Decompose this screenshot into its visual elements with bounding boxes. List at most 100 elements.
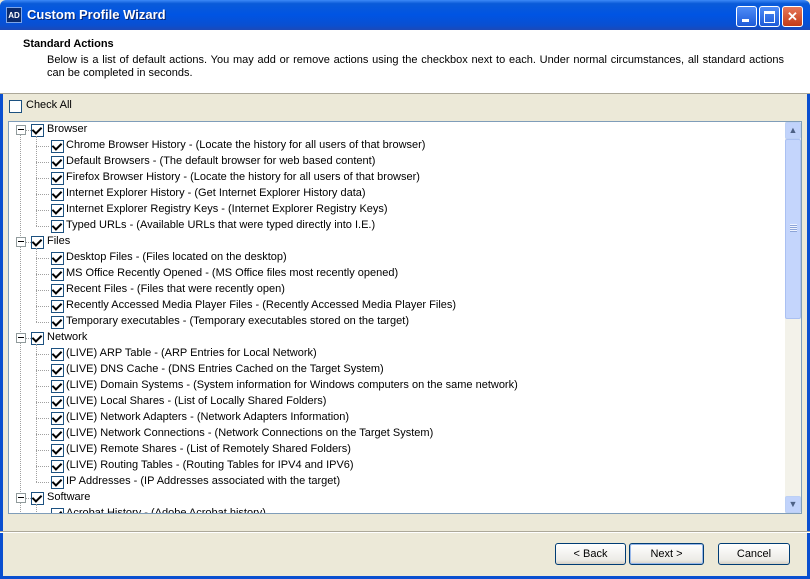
group-label: Network [47, 331, 88, 343]
tree-item[interactable]: (LIVE) Network Connections - (Network Co… [9, 426, 789, 442]
item-checkbox[interactable] [51, 220, 64, 233]
tree-item[interactable]: Firefox Browser History - (Locate the hi… [9, 170, 789, 186]
cancel-button[interactable]: Cancel [718, 543, 790, 565]
item-checkbox[interactable] [51, 252, 64, 265]
tree-item[interactable]: (LIVE) Local Shares - (List of Locally S… [9, 394, 789, 410]
item-checkbox[interactable] [51, 476, 64, 489]
item-checkbox[interactable] [51, 316, 64, 329]
check-all-checkbox[interactable] [9, 100, 22, 113]
collapse-icon[interactable] [16, 237, 26, 247]
tree-connector [36, 136, 37, 226]
tree-item[interactable]: Recently Accessed Media Player Files - (… [9, 298, 789, 314]
item-checkbox[interactable] [51, 348, 64, 361]
tree-item[interactable]: Internet Explorer History - (Get Interne… [9, 186, 789, 202]
vertical-scrollbar[interactable]: ▲ ▼ [785, 122, 801, 513]
group-checkbox[interactable] [31, 236, 44, 249]
collapse-icon[interactable] [16, 125, 26, 135]
tree-item[interactable]: (LIVE) Routing Tables - (Routing Tables … [9, 458, 789, 474]
collapse-icon[interactable] [16, 493, 26, 503]
item-checkbox[interactable] [51, 508, 64, 513]
maximize-button[interactable] [759, 6, 780, 27]
group-checkbox[interactable] [31, 332, 44, 345]
group-label: Software [47, 491, 91, 503]
tree-connector [36, 386, 49, 387]
tree-item[interactable]: (LIVE) Domain Systems - (System informat… [9, 378, 789, 394]
tree-connector [36, 482, 49, 483]
tree-connector [36, 370, 49, 371]
chevron-down-icon: ▼ [788, 499, 798, 509]
item-checkbox[interactable] [51, 396, 64, 409]
minimize-icon [737, 7, 756, 26]
tree-item[interactable]: (LIVE) ARP Table - (ARP Entries for Loca… [9, 346, 789, 362]
group-checkbox[interactable] [31, 124, 44, 137]
group-label: Browser [47, 123, 88, 135]
tree-item[interactable]: Chrome Browser History - (Locate the his… [9, 138, 789, 154]
item-checkbox[interactable] [51, 460, 64, 473]
item-checkbox[interactable] [51, 172, 64, 185]
tree-item[interactable]: Internet Explorer Registry Keys - (Inter… [9, 202, 789, 218]
group-label: Files [47, 235, 71, 247]
tree-connector [36, 450, 49, 451]
title-bar[interactable]: AD Custom Profile Wizard ✕ [0, 0, 810, 30]
item-label: Default Browsers - (The default browser … [66, 155, 376, 167]
item-label: Chrome Browser History - (Locate the his… [66, 139, 426, 151]
item-label: MS Office Recently Opened - (MS Office f… [66, 267, 399, 279]
item-checkbox[interactable] [51, 156, 64, 169]
back-button[interactable]: < Back [555, 543, 626, 565]
tree-item[interactable]: IP Addresses - (IP Addresses associated … [9, 474, 789, 490]
tree-group-network[interactable]: Network [9, 330, 789, 346]
item-label: (LIVE) DNS Cache - (DNS Entries Cached o… [66, 363, 384, 375]
tree-group-files[interactable]: Files [9, 234, 789, 250]
item-checkbox[interactable] [51, 140, 64, 153]
tree-item[interactable]: Acrobat History - (Adobe Acrobat history… [9, 506, 789, 513]
tree-connector [36, 194, 49, 195]
tree-item[interactable]: Typed URLs - (Available URLs that were t… [9, 218, 789, 234]
item-checkbox[interactable] [51, 428, 64, 441]
item-checkbox[interactable] [51, 188, 64, 201]
tree-connector [36, 290, 49, 291]
page-title: Standard Actions [23, 38, 114, 50]
item-label: (LIVE) Routing Tables - (Routing Tables … [66, 459, 354, 471]
item-checkbox[interactable] [51, 284, 64, 297]
item-label: Firefox Browser History - (Locate the hi… [66, 171, 420, 183]
scroll-thumb[interactable] [785, 139, 801, 319]
minimize-button[interactable] [736, 6, 757, 27]
tree-item[interactable]: Temporary executables - (Temporary execu… [9, 314, 789, 330]
window-frame-left [0, 30, 3, 579]
item-label: (LIVE) Local Shares - (List of Locally S… [66, 395, 327, 407]
tree-item[interactable]: Default Browsers - (The default browser … [9, 154, 789, 170]
item-checkbox[interactable] [51, 300, 64, 313]
app-icon: AD [6, 7, 22, 23]
page-description: Below is a list of default actions. You … [47, 54, 784, 79]
tree-item[interactable]: Desktop Files - (Files located on the de… [9, 250, 789, 266]
tree-item[interactable]: (LIVE) Remote Shares - (List of Remotely… [9, 442, 789, 458]
chevron-up-icon: ▲ [788, 125, 798, 135]
item-label: Internet Explorer History - (Get Interne… [66, 187, 366, 199]
item-checkbox[interactable] [51, 364, 64, 377]
item-label: Typed URLs - (Available URLs that were t… [66, 219, 376, 231]
actions-tree[interactable]: Browser Chrome Browser History - (Locate … [8, 121, 802, 514]
tree-group-software[interactable]: Software [9, 490, 789, 506]
group-checkbox[interactable] [31, 492, 44, 505]
item-checkbox[interactable] [51, 412, 64, 425]
tree-connector [36, 258, 49, 259]
scroll-up-button[interactable]: ▲ [785, 122, 801, 139]
tree-group-browser[interactable]: Browser [9, 122, 789, 138]
tree-connector [36, 322, 49, 323]
collapse-icon[interactable] [16, 333, 26, 343]
maximize-icon [760, 7, 779, 26]
scroll-down-button[interactable]: ▼ [785, 496, 801, 513]
item-label: (LIVE) Network Adapters - (Network Adapt… [66, 411, 350, 423]
check-all-label: Check All [26, 99, 72, 111]
next-button[interactable]: Next > [629, 543, 704, 565]
item-checkbox[interactable] [51, 380, 64, 393]
close-button[interactable]: ✕ [782, 6, 803, 27]
tree-item[interactable]: MS Office Recently Opened - (MS Office f… [9, 266, 789, 282]
item-checkbox[interactable] [51, 444, 64, 457]
item-label: Recent Files - (Files that were recently… [66, 283, 285, 295]
tree-item[interactable]: (LIVE) DNS Cache - (DNS Entries Cached o… [9, 362, 789, 378]
tree-item[interactable]: Recent Files - (Files that were recently… [9, 282, 789, 298]
item-checkbox[interactable] [51, 204, 64, 217]
item-checkbox[interactable] [51, 268, 64, 281]
tree-item[interactable]: (LIVE) Network Adapters - (Network Adapt… [9, 410, 789, 426]
